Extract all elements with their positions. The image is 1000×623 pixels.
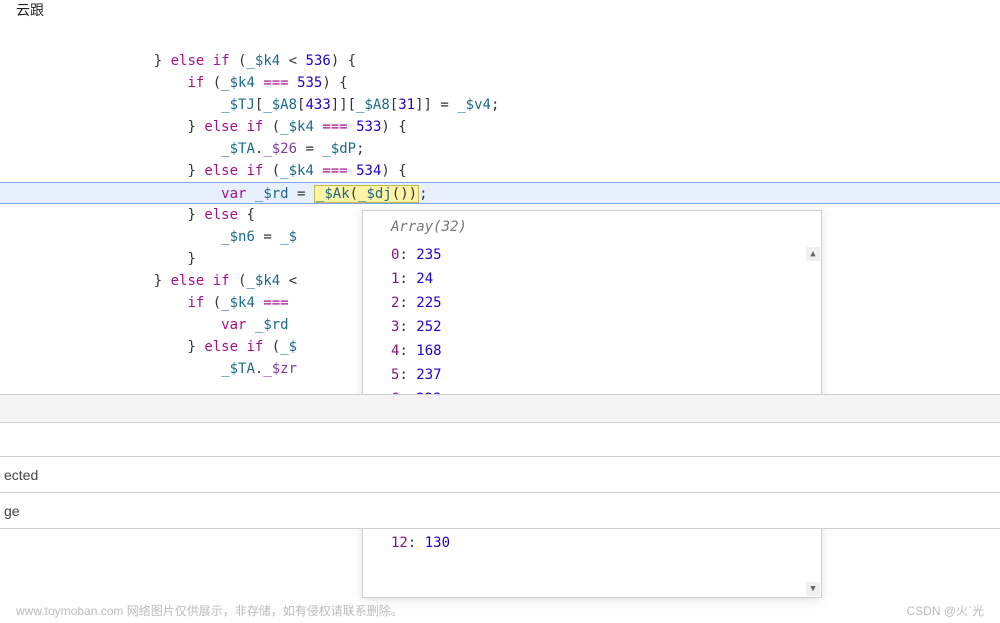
panel-gap [0,423,1000,457]
code-line[interactable]: if (_$k4 === 535) { [0,72,1000,94]
panel-row[interactable]: ge [0,493,1000,529]
code-line[interactable]: _$TA._$26 = _$dP; [0,138,1000,160]
code-line[interactable]: var _$rd = _$Ak(_$dj()); [0,182,1000,204]
footer: www.toymoban.com 网络图片仅供展示，非存储，如有侵权请联系删除。… [16,602,984,619]
code-line[interactable]: } else if (_$k4 === 534) { [0,160,1000,182]
scroll-up-icon[interactable]: ▲ [806,247,820,261]
tooltip-row[interactable]: 2: 225 [391,291,793,315]
tooltip-row[interactable]: 4: 168 [391,339,793,363]
tooltip-row[interactable]: 1: 24 [391,267,793,291]
tooltip-row[interactable]: 5: 237 [391,363,793,387]
tooltip-header: Array(32) [363,211,821,243]
footer-right: CSDN @火`光 [906,602,984,619]
page-title-fragment: 云跟 [16,0,44,20]
panel-row[interactable]: ected [0,457,1000,493]
code-line[interactable]: _$TJ[_$A8[433]][_$A8[31]] = _$v4; [0,94,1000,116]
panel-header[interactable] [0,395,1000,423]
footer-left: www.toymoban.com 网络图片仅供展示，非存储，如有侵权请联系删除。 [16,602,403,619]
code-line[interactable]: } else if (_$k4 < 536) { [0,50,1000,72]
tooltip-row[interactable]: 0: 235 [391,243,793,267]
scroll-down-icon[interactable]: ▼ [806,582,820,596]
code-line[interactable]: } else if (_$k4 === 533) { [0,116,1000,138]
bottom-panel: ected ge [0,394,1000,574]
tooltip-row[interactable]: 3: 252 [391,315,793,339]
